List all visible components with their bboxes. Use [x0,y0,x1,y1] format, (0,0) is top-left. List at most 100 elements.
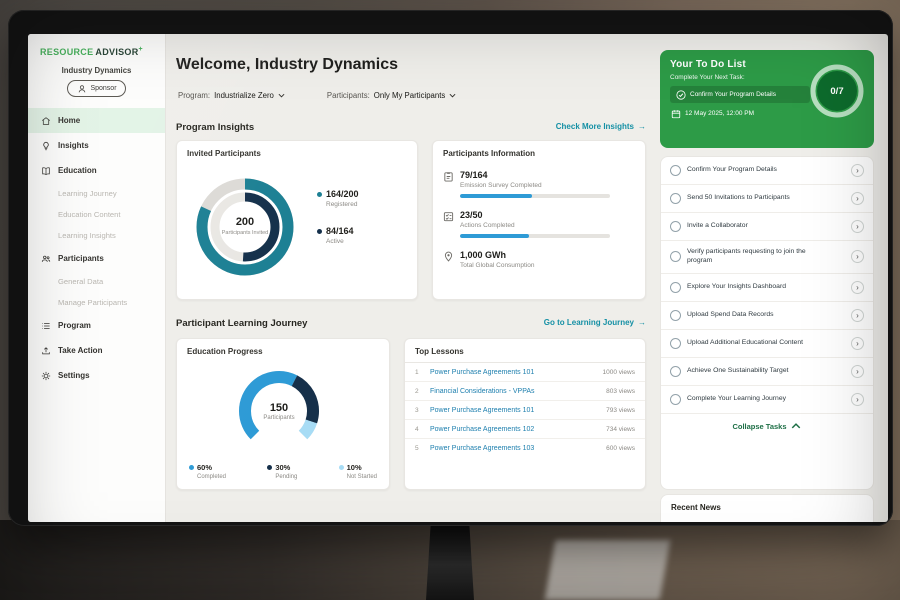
sidebar-item-education-content[interactable]: Education Content [28,204,165,225]
task-item[interactable]: Verify participants requesting to join t… [661,241,873,274]
task-label: Upload Additional Educational Content [687,339,811,348]
completed-value: 60% [197,463,212,472]
task-item[interactable]: Invite a Collaborator › [661,213,873,241]
page-title: Welcome, Industry Dynamics [176,56,398,74]
lesson-row[interactable]: 1 Power Purchase Agreements 101 1000 vie… [405,363,645,382]
filter-bar: Program: Industrialize Zero Participants… [178,91,456,100]
program-select-value: Industrialize Zero [214,91,274,100]
task-checkbox[interactable] [670,221,681,232]
sidebar-item-general-data[interactable]: General Data [28,271,165,292]
sidebar-item-manage-participants[interactable]: Manage Participants [28,292,165,313]
screen: RESOURCEADVISOR+ Industry Dynamics Spons… [28,34,888,522]
link-label: Check More Insights [556,122,634,131]
lesson-link[interactable]: Power Purchase Agreements 102 [430,426,600,433]
chevron-right-icon[interactable]: › [851,393,864,406]
chevron-right-icon[interactable]: › [851,365,864,378]
task-checkbox[interactable] [670,193,681,204]
collapse-tasks-button[interactable]: Collapse Tasks [661,414,873,439]
task-item[interactable]: Achieve One Sustainability Target › [661,358,873,386]
task-item[interactable]: Explore Your Insights Dashboard › [661,274,873,302]
chevron-right-icon[interactable]: › [851,192,864,205]
lesson-row[interactable]: 5 Power Purchase Agreements 103 600 view… [405,439,645,457]
lesson-row[interactable]: 2 Financial Considerations - VPPAs 803 v… [405,382,645,401]
pending-value: 30% [275,463,290,472]
list-icon [40,320,51,331]
monitor-stand [426,522,474,600]
next-task-pill[interactable]: Confirm Your Program Details [670,86,810,103]
go-to-learning-journey-link[interactable]: Go to Learning Journey → [544,318,646,327]
lesson-rank: 5 [415,445,424,452]
sponsor-badge[interactable]: Sponsor [67,80,125,97]
lesson-row[interactable]: 3 Power Purchase Agreements 101 793 view… [405,401,645,420]
chevron-right-icon[interactable]: › [851,281,864,294]
lesson-link[interactable]: Power Purchase Agreements 103 [430,445,600,452]
participants-select[interactable]: Participants: Only My Participants [327,91,456,100]
logo-text-secondary: ADVISOR [95,47,138,57]
task-item[interactable]: Upload Additional Educational Content › [661,330,873,358]
logo-plus: + [139,46,143,53]
chevron-right-icon[interactable]: › [851,309,864,322]
sidebar-item-learning-insights[interactable]: Learning Insights [28,225,165,246]
sidebar-item-participants[interactable]: Participants [28,246,165,271]
metric-label: Emission Survey Completed [460,182,610,189]
task-checkbox[interactable] [670,310,681,321]
check-more-insights-link[interactable]: Check More Insights → [556,122,646,131]
chevron-down-icon [449,93,456,98]
sidebar-item-take-action[interactable]: Take Action [28,338,165,363]
task-item[interactable]: Confirm Your Program Details › [661,157,873,185]
legend-item-registered: 164/200 Registered [317,189,359,208]
info-row-emission-survey: 79/164 Emission Survey Completed [433,170,645,198]
sidebar-item-insights[interactable]: Insights [28,133,165,158]
chevron-up-icon [791,421,802,432]
sidebar-item-settings[interactable]: Settings [28,363,165,388]
participants-select-value: Only My Participants [374,91,446,100]
task-checkbox[interactable] [670,251,681,262]
lesson-link[interactable]: Power Purchase Agreements 101 [430,369,596,376]
chevron-right-icon[interactable]: › [851,250,864,263]
upload-action-icon [40,345,51,356]
active-dot-icon [317,229,322,234]
not-started-value: 10% [347,463,362,472]
participants-select-label: Participants: [327,91,370,100]
task-item[interactable]: Upload Spend Data Records › [661,302,873,330]
metric-value: 23/50 [460,210,610,220]
task-label: Confirm Your Program Details [687,166,811,175]
participants-information-card: Participants Information 79/164 Emission… [432,140,646,300]
top-lessons-card: Top Lessons 1 Power Purchase Agreements … [404,338,646,490]
organization-name: Industry Dynamics [28,66,165,75]
app-logo: RESOURCEADVISOR+ [28,34,165,57]
legend-item-not-started: 10% Not Started [339,463,377,480]
sponsor-badge-label: Sponsor [90,85,116,92]
task-checkbox[interactable] [670,394,681,405]
sidebar-item-label: Take Action [58,346,102,355]
section-title-learning-journey: Participant Learning Journey [176,318,307,329]
task-checkbox[interactable] [670,165,681,176]
sidebar-item-education[interactable]: Education [28,158,165,183]
lesson-row[interactable]: 4 Power Purchase Agreements 102 734 view… [405,420,645,439]
task-checkbox[interactable] [670,366,681,377]
sidebar-item-label: Program [58,321,91,330]
not-started-dot-icon [339,465,344,470]
sidebar: RESOURCEADVISOR+ Industry Dynamics Spons… [28,34,166,522]
lesson-views: 1000 views [602,369,635,376]
lesson-link[interactable]: Financial Considerations - VPPAs [430,388,600,395]
task-item[interactable]: Send 50 Invitations to Participants › [661,185,873,213]
sidebar-item-label: Settings [58,371,90,380]
chevron-right-icon[interactable]: › [851,337,864,350]
sidebar-item-learning-journey[interactable]: Learning Journey [28,183,165,204]
sidebar-item-label: Insights [58,141,89,150]
book-icon [40,165,51,176]
home-icon [40,115,51,126]
task-checkbox[interactable] [670,282,681,293]
sidebar-item-home[interactable]: Home [28,108,165,133]
chevron-right-icon[interactable]: › [851,164,864,177]
not-started-label: Not Started [347,474,377,480]
task-item[interactable]: Complete Your Learning Journey › [661,386,873,414]
program-select[interactable]: Program: Industrialize Zero [178,91,285,100]
lesson-link[interactable]: Power Purchase Agreements 101 [430,407,600,414]
task-checkbox[interactable] [670,338,681,349]
link-label: Go to Learning Journey [544,318,634,327]
task-label: Invite a Collaborator [687,222,811,231]
chevron-right-icon[interactable]: › [851,220,864,233]
sidebar-item-program[interactable]: Program [28,313,165,338]
